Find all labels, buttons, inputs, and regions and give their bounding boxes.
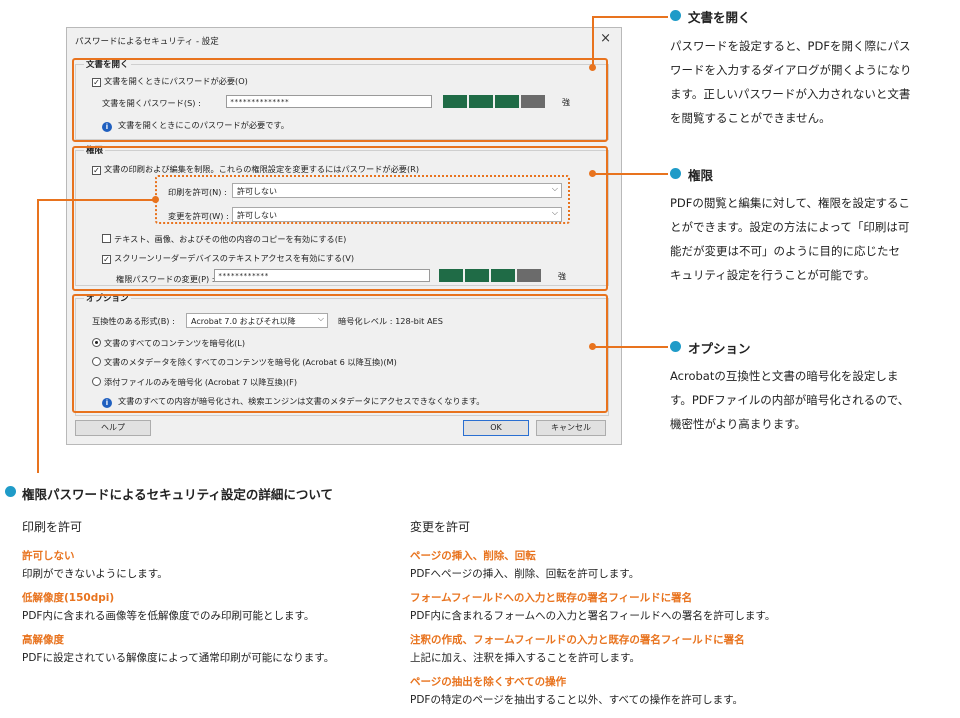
- print-option-desc: PDF内に含まれる画像等を低解像度でのみ印刷可能とします。: [22, 610, 315, 622]
- connector-dot: [589, 170, 596, 177]
- change-heading: 変更を許可: [410, 520, 471, 534]
- print-heading: 印刷を許可: [22, 520, 83, 534]
- details-title: 権限パスワードによるセキュリティ設定の詳細について: [22, 487, 334, 502]
- print-option-title: 高解像度: [22, 634, 64, 646]
- connector-line: [592, 173, 668, 175]
- change-option-title: 注釈の作成、フォームフィールドの入力と既存の署名フィールドに署名: [410, 634, 745, 646]
- cancel-button[interactable]: キャンセル: [536, 420, 606, 436]
- perm-annotation-title: 権限: [688, 168, 714, 183]
- connector-dot: [152, 196, 159, 203]
- perm-annotation-text: PDFの閲覧と編集に対して、権限を設定するこ とができます。設定の方法によって「…: [670, 196, 910, 282]
- bullet-icon: [670, 10, 681, 21]
- open-annotation-text: パスワードを設定すると、PDFを開く際にパス ワードを入力するダイアログが開くよ…: [670, 39, 912, 125]
- connector-line: [38, 199, 156, 201]
- help-button[interactable]: ヘルプ: [75, 420, 151, 436]
- close-icon[interactable]: ×: [600, 31, 611, 46]
- bullet-icon: [670, 341, 681, 352]
- change-option-title: フォームフィールドへの入力と既存の署名フィールドに署名: [410, 592, 693, 604]
- change-option-desc: PDFの特定のページを抽出すること以外、すべての操作を許可します。: [410, 694, 744, 706]
- bullet-icon: [5, 486, 16, 497]
- options-annotation-title: オプション: [688, 341, 751, 356]
- connector-dot: [589, 343, 596, 350]
- options-annotation-text: Acrobatの互換性と文書の暗号化を設定しま す。PDFファイルの内部が暗号化…: [670, 369, 910, 431]
- change-option-desc: PDFへページの挿入、削除、回転を許可します。: [410, 568, 640, 580]
- connector-line: [592, 16, 668, 18]
- connector-line: [592, 346, 668, 348]
- ok-button[interactable]: OK: [463, 420, 529, 436]
- change-option-desc: 上記に加え、注釈を挿入することを許可します。: [410, 652, 640, 664]
- connector-dot: [589, 64, 596, 71]
- options-highlight-box: [72, 294, 608, 413]
- change-option-title: ページの抽出を除くすべての操作: [410, 676, 567, 688]
- change-option-desc: PDF内に含まれるフォームへの入力と署名フィールドへの署名を許可します。: [410, 610, 776, 622]
- bullet-icon: [670, 168, 681, 179]
- print-change-highlight-box: [155, 175, 570, 224]
- open-annotation-title: 文書を開く: [688, 10, 751, 25]
- change-option-title: ページの挿入、削除、回転: [410, 550, 536, 562]
- open-highlight-box: [72, 58, 608, 142]
- print-option-desc: 印刷ができないようにします。: [22, 568, 168, 580]
- print-option-desc: PDFに設定されている解像度によって通常印刷が可能になります。: [22, 652, 335, 664]
- print-option-title: 許可しない: [22, 550, 75, 562]
- print-option-title: 低解像度(150dpi): [22, 592, 115, 604]
- connector-line: [37, 199, 39, 473]
- connector-line: [592, 17, 594, 67]
- dialog-title: パスワードによるセキュリティ - 設定: [75, 37, 219, 47]
